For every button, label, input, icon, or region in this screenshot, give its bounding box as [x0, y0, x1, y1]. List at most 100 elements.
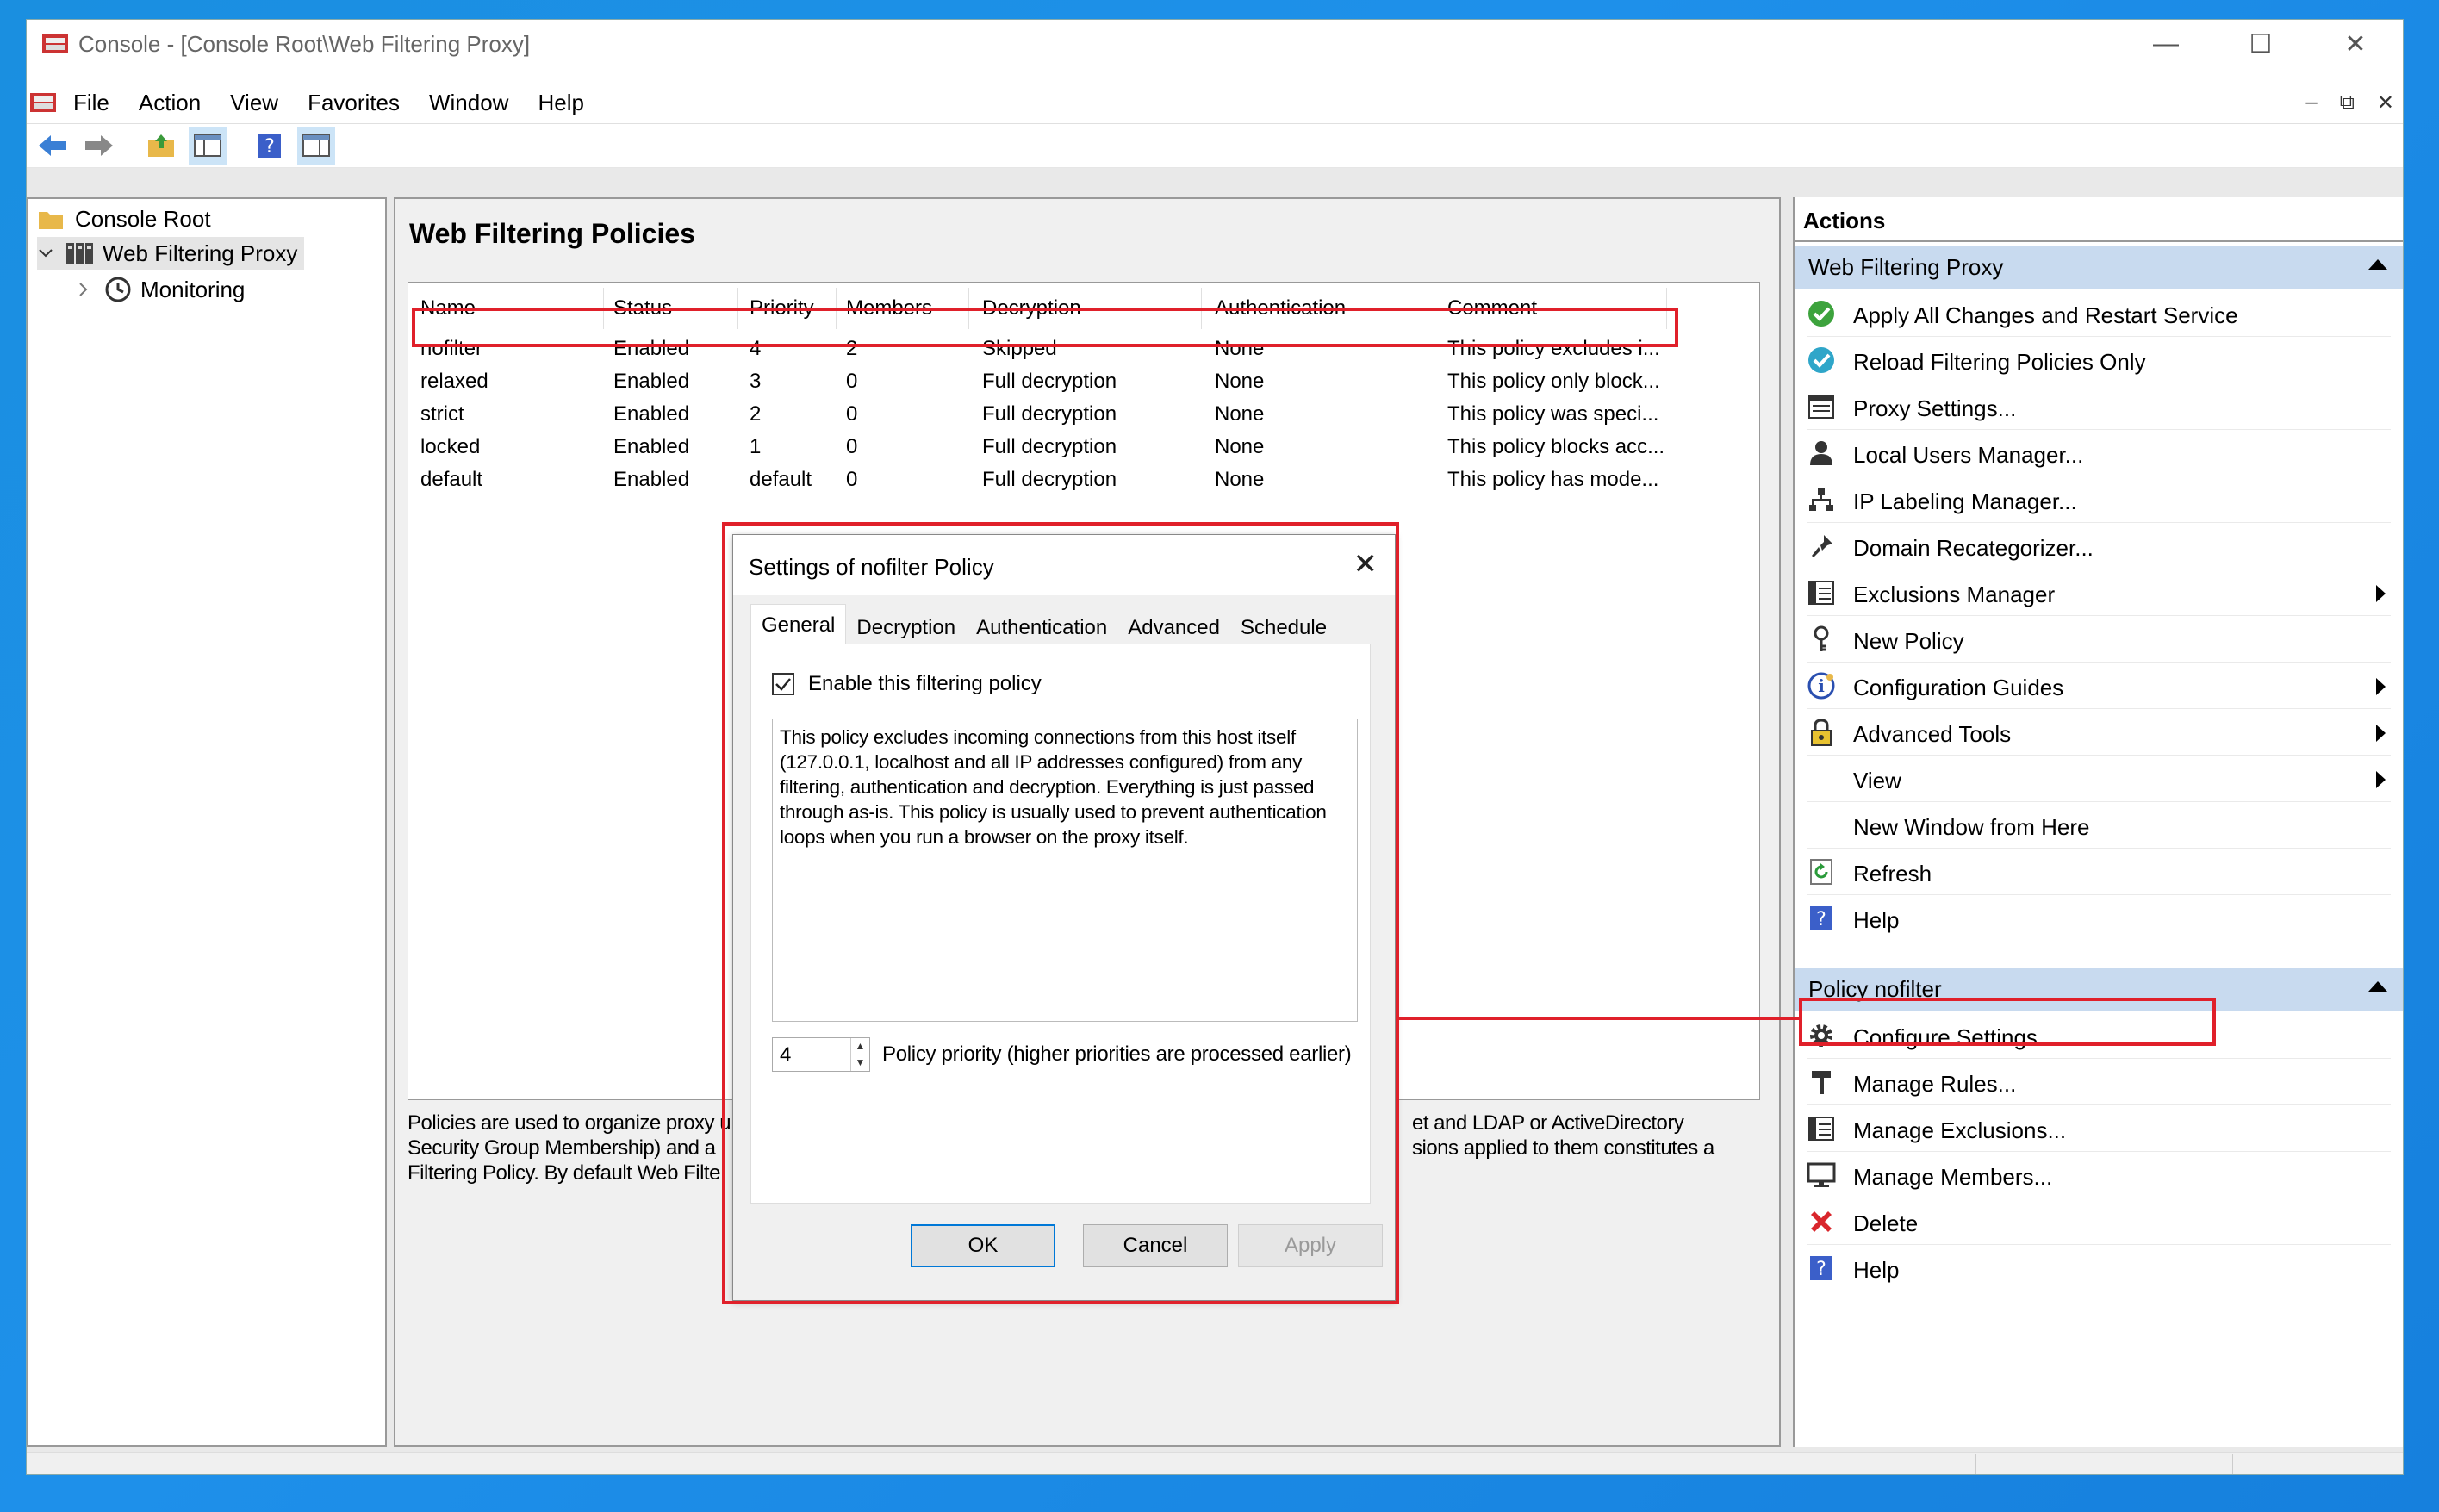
mdi-close-button[interactable]: ✕	[2377, 90, 2394, 115]
priority-value[interactable]: 4	[780, 1043, 791, 1067]
forward-button[interactable]	[80, 127, 118, 165]
action-policy-help[interactable]: ? Help	[1795, 1245, 2403, 1291]
enable-policy-label: Enable this filtering policy	[808, 672, 1042, 695]
action-new-policy[interactable]: New Policy	[1795, 616, 2403, 663]
cell-members: 0	[846, 370, 858, 393]
cell-comment: This policy was speci...	[1447, 402, 1659, 426]
action-refresh[interactable]: Refresh	[1795, 849, 2403, 895]
action-view[interactable]: View	[1795, 756, 2403, 802]
tree-node-console-root[interactable]: Console Root	[37, 202, 211, 235]
show-hide-action-pane-button[interactable]	[297, 127, 335, 165]
back-button[interactable]	[34, 127, 72, 165]
cell-decryption: Full decryption	[982, 468, 1117, 491]
action-configuration-guides[interactable]: i Configuration Guides	[1795, 663, 2403, 709]
maximize-button[interactable]: ☐	[2213, 20, 2308, 68]
list-header: Name Status Priority Members Decryption …	[408, 288, 1759, 329]
column-header-decryption[interactable]: Decryption	[982, 296, 1081, 320]
menu-favorites[interactable]: Favorites	[308, 90, 400, 116]
action-manage-rules[interactable]: Manage Rules...	[1795, 1059, 2403, 1105]
up-folder-button[interactable]	[142, 127, 180, 165]
column-header-comment[interactable]: Comment	[1447, 296, 1537, 320]
close-window-button[interactable]: ✕	[2308, 20, 2403, 68]
priority-stepper[interactable]: 4 ▲ ▼	[772, 1037, 870, 1072]
policies-description-right: et and LDAP or ActiveDirectory sions app…	[1412, 1111, 1774, 1160]
dialog-close-button[interactable]: ✕	[1353, 547, 1378, 582]
column-header-status[interactable]: Status	[613, 296, 672, 320]
console-tree: Console Root Web Filtering Proxy Monitor…	[27, 197, 387, 1447]
action-apply-all-changes[interactable]: Apply All Changes and Restart Service	[1795, 290, 2403, 337]
action-advanced-tools[interactable]: Advanced Tools	[1795, 709, 2403, 756]
show-hide-tree-button[interactable]	[189, 127, 227, 165]
policy-comment-textarea[interactable]: This policy excludes incoming connection…	[772, 719, 1358, 1022]
enable-policy-checkbox[interactable]: Enable this filtering policy	[772, 672, 1042, 696]
cancel-button[interactable]: Cancel	[1083, 1224, 1228, 1267]
page-title: Web Filtering Policies	[409, 218, 695, 249]
action-new-window-from-here[interactable]: New Window from Here	[1795, 802, 2403, 849]
help-toolbar-button[interactable]: ?	[251, 127, 289, 165]
column-header-priority[interactable]: Priority	[750, 296, 814, 320]
action-manage-members[interactable]: Manage Members...	[1795, 1152, 2403, 1198]
actions-section-policy-nofilter[interactable]: Policy nofilter	[1795, 968, 2403, 1011]
tab-general[interactable]: General	[750, 604, 847, 644]
action-configure-settings[interactable]: Configure Settings...	[1795, 1012, 2403, 1059]
column-header-members[interactable]: Members	[846, 296, 932, 320]
menu-action[interactable]: Action	[139, 90, 201, 116]
stepper-up-icon[interactable]: ▲	[851, 1038, 869, 1055]
table-row[interactable]: default Enabled default 0 Full decryptio…	[408, 464, 1759, 495]
minimize-button[interactable]: —	[2119, 20, 2213, 68]
tab-schedule[interactable]: Schedule	[1230, 609, 1337, 644]
apply-button[interactable]: Apply	[1238, 1224, 1383, 1267]
table-row[interactable]: strict Enabled 2 0 Full decryption None …	[408, 398, 1759, 429]
svg-text:?: ?	[1816, 909, 1826, 930]
ok-button[interactable]: OK	[911, 1224, 1055, 1267]
svg-text:i: i	[1818, 675, 1825, 696]
action-local-users-manager[interactable]: Local Users Manager...	[1795, 430, 2403, 476]
section-title: Policy nofilter	[1808, 975, 1942, 1002]
chevron-right-icon[interactable]	[75, 281, 92, 298]
action-reload-policies[interactable]: Reload Filtering Policies Only	[1795, 337, 2403, 383]
stepper-down-icon[interactable]: ▼	[851, 1055, 869, 1071]
table-row[interactable]: nofilter Enabled 4 2 Skipped None This p…	[408, 333, 1759, 364]
user-icon	[1807, 439, 1836, 468]
cell-name: nofilter	[420, 337, 483, 360]
help-icon: ?	[1807, 1254, 1836, 1283]
key-icon	[1807, 625, 1836, 654]
menu-view[interactable]: View	[230, 90, 278, 116]
action-ip-labeling-manager[interactable]: IP Labeling Manager...	[1795, 476, 2403, 523]
menu-bar: File Action View Favorites Window Help –…	[27, 82, 2403, 121]
mdi-minimize-button[interactable]: –	[2305, 90, 2317, 115]
tree-node-web-filtering-proxy[interactable]: Web Filtering Proxy	[37, 237, 305, 270]
tab-advanced[interactable]: Advanced	[1117, 609, 1230, 644]
action-delete[interactable]: Delete	[1795, 1198, 2403, 1245]
mdi-restore-button[interactable]: ⧉	[2340, 90, 2355, 115]
checkbox-box[interactable]	[772, 673, 794, 695]
action-help[interactable]: ? Help	[1795, 895, 2403, 942]
tab-authentication[interactable]: Authentication	[966, 609, 1117, 644]
action-exclusions-manager[interactable]: Exclusions Manager	[1795, 569, 2403, 616]
column-header-name[interactable]: Name	[420, 296, 476, 320]
monitor-icon	[1807, 1160, 1836, 1190]
action-domain-recategorizer[interactable]: Domain Recategorizer...	[1795, 523, 2403, 569]
collapse-arrow-icon[interactable]	[2368, 981, 2387, 992]
tree-node-monitoring[interactable]: Monitoring	[75, 273, 245, 306]
action-manage-exclusions[interactable]: Manage Exclusions...	[1795, 1105, 2403, 1152]
tab-decryption[interactable]: Decryption	[846, 609, 966, 644]
cell-priority: 2	[750, 402, 762, 426]
console-menu-icon[interactable]	[28, 90, 58, 115]
action-proxy-settings[interactable]: Proxy Settings...	[1795, 383, 2403, 430]
menu-window[interactable]: Window	[429, 90, 508, 116]
help-icon: ?	[1807, 904, 1836, 933]
table-row[interactable]: locked Enabled 1 0 Full decryption None …	[408, 431, 1759, 462]
cell-authentication: None	[1215, 337, 1265, 360]
stepper-arrows[interactable]: ▲ ▼	[850, 1038, 869, 1071]
actions-pane: Actions Web Filtering Proxy Apply All Ch…	[1793, 197, 2403, 1447]
chevron-down-icon[interactable]	[37, 245, 54, 262]
menu-help[interactable]: Help	[538, 90, 583, 116]
table-row[interactable]: relaxed Enabled 3 0 Full decryption None…	[408, 365, 1759, 396]
list-icon	[1807, 1114, 1836, 1143]
actions-section-web-filtering-proxy[interactable]: Web Filtering Proxy	[1795, 246, 2403, 289]
menu-file[interactable]: File	[73, 90, 109, 116]
collapse-arrow-icon[interactable]	[2368, 259, 2387, 270]
column-header-authentication[interactable]: Authentication	[1215, 296, 1346, 320]
hammer-icon	[1807, 1067, 1836, 1097]
